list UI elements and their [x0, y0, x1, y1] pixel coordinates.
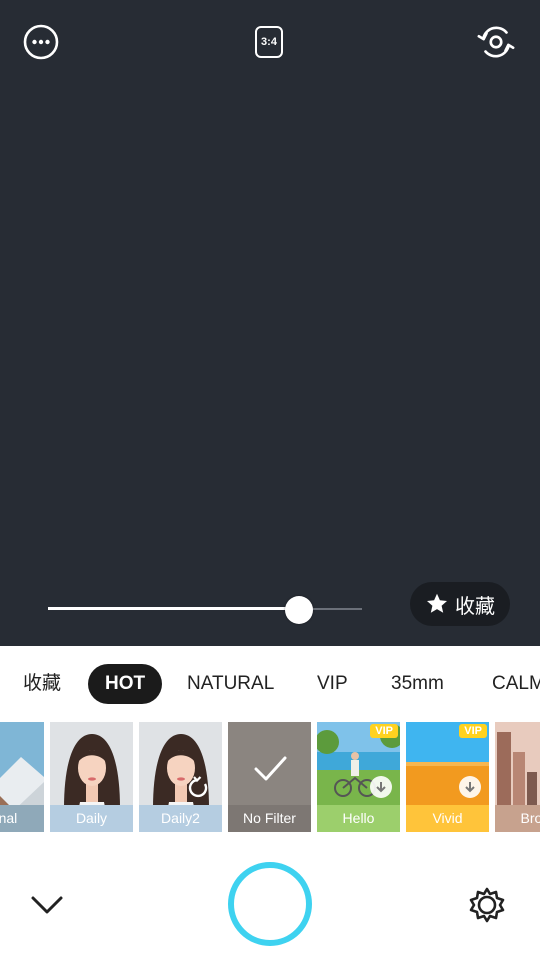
camera-switch-icon	[477, 26, 515, 58]
filter-intensity-slider[interactable]	[48, 596, 362, 624]
filter-no-filter[interactable]: No Filter	[228, 722, 311, 832]
filter-original[interactable]: ginal	[0, 722, 44, 832]
shutter-button[interactable]	[228, 862, 312, 946]
collapse-button[interactable]	[30, 890, 64, 920]
filter-category-tabs: 收藏 HOT NATURAL VIP 35mm CALM	[0, 646, 540, 722]
checkmark-icon	[254, 756, 287, 781]
filter-label: ginal	[0, 805, 44, 832]
tab-35mm[interactable]: 35mm	[391, 664, 444, 704]
filter-label: Brow	[495, 805, 540, 832]
tab-natural[interactable]: NATURAL	[187, 664, 274, 704]
camera-preview[interactable]: 3:4 收藏	[0, 0, 540, 646]
aspect-ratio-button[interactable]: 3:4	[249, 22, 289, 62]
favorite-button[interactable]: 收藏	[410, 582, 510, 626]
aspect-ratio-label: 3:4	[255, 26, 283, 58]
filter-list: ginal Daily Daily2	[0, 722, 540, 832]
filter-daily[interactable]: Daily	[50, 722, 133, 832]
slider-fill	[48, 607, 300, 610]
filter-label: No Filter	[228, 805, 311, 832]
filter-vivid[interactable]: VIP Vivid	[406, 722, 489, 832]
download-icon	[459, 776, 481, 798]
filter-brown[interactable]: Brow	[495, 722, 540, 832]
bottom-controls	[0, 832, 540, 960]
filter-hello[interactable]: VIP Hello	[317, 722, 400, 832]
star-icon	[427, 593, 447, 613]
filter-label: Daily	[50, 805, 133, 832]
tab-hot[interactable]: HOT	[88, 664, 163, 704]
tab-favorites[interactable]: 收藏	[23, 664, 61, 704]
vip-badge: VIP	[370, 724, 398, 738]
slider-knob[interactable]	[285, 596, 314, 624]
more-options-button[interactable]	[21, 22, 61, 62]
favorite-label: 收藏	[455, 595, 495, 618]
filter-label: Hello	[317, 805, 400, 832]
vip-badge: VIP	[459, 724, 487, 738]
filter-daily2[interactable]: Daily2	[139, 722, 222, 832]
filter-label: Vivid	[406, 805, 489, 832]
download-icon	[370, 776, 392, 798]
filter-label: Daily2	[139, 805, 222, 832]
settings-button[interactable]	[468, 886, 506, 924]
tab-calm[interactable]: CALM	[492, 664, 540, 704]
more-dots-icon	[23, 24, 59, 60]
gear-icon	[469, 887, 505, 923]
tab-vip[interactable]: VIP	[317, 664, 348, 704]
switch-camera-button[interactable]	[476, 22, 516, 62]
chevron-down-icon	[31, 896, 63, 914]
